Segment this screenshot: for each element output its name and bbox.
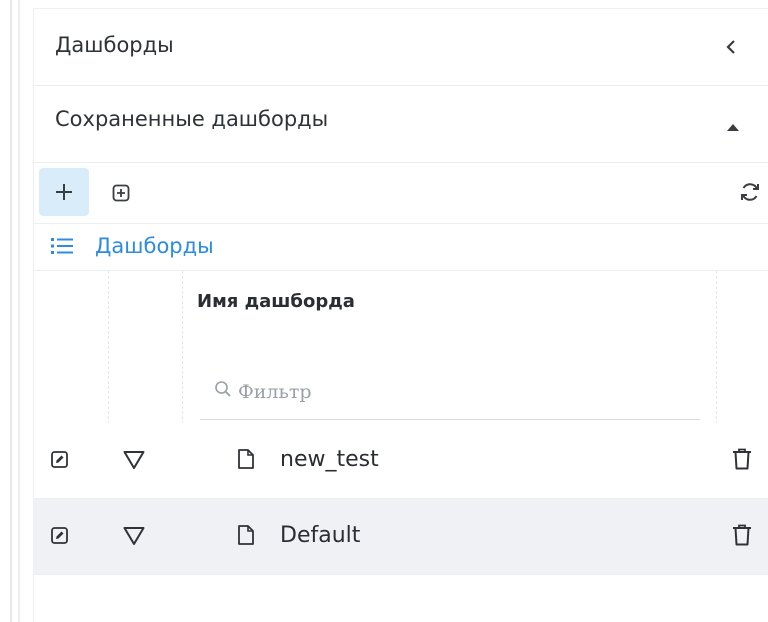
plus-icon [54,182,74,202]
left-divider-inner [18,0,20,622]
dashboards-list-label: Дашборды [95,234,214,258]
chevron-left-icon[interactable] [723,39,739,55]
add-dashboard-button[interactable] [39,168,89,216]
saved-dashboards-header[interactable]: Сохраненные дашборды [34,85,768,163]
table-row[interactable]: new_test [34,423,768,499]
dashboards-table: Имя дашборда Фильтр new_test Default [34,271,768,575]
refresh-icon[interactable] [739,181,761,203]
panel-header: Дашборды [34,8,768,86]
filter-input[interactable] [236,376,640,408]
edit-icon[interactable] [51,527,68,544]
name-filter[interactable] [200,364,700,420]
saved-dashboards-title: Сохраненные дашборды [55,107,329,131]
column-header-name: Имя дашборда [197,291,355,312]
search-icon [214,380,232,398]
left-divider [10,0,12,622]
dashboards-panel: Дашборды Сохраненные дашборды Дашборды И… [33,8,768,622]
caret-up-icon[interactable] [727,123,739,131]
dashboards-list-title: Дашборды [34,224,768,271]
list-icon [51,237,73,255]
dashboard-name[interactable]: Default [280,523,360,548]
table-row[interactable]: Default [34,499,768,575]
filter-icon[interactable] [123,526,145,546]
panel-title: Дашборды [55,33,174,57]
file-icon [237,524,255,546]
edit-icon[interactable] [51,451,68,468]
filter-icon[interactable] [123,450,145,470]
dashboard-name[interactable]: new_test [280,447,379,472]
trash-icon[interactable] [731,523,753,547]
toolbar [34,163,768,224]
trash-icon[interactable] [731,447,753,471]
stage: Дашборды Сохраненные дашборды Дашборды И… [0,0,768,622]
file-icon [237,448,255,470]
plus-square-icon[interactable] [112,184,130,202]
